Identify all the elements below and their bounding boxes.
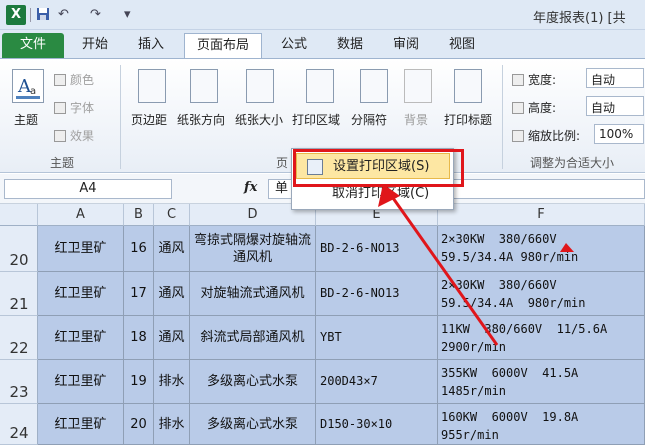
table-cell[interactable]: 18 [124, 316, 154, 360]
height-label: 高度: [512, 99, 556, 116]
print-area-button[interactable]: 打印区域 [292, 111, 340, 128]
scale-label: 缩放比例: [512, 127, 580, 144]
excel-logo-icon: X [6, 5, 26, 25]
themes-icon[interactable]: Aa [12, 69, 44, 103]
table-cell[interactable]: 2×30KW 380/660V 59.5/34.4A 980r/min [438, 226, 645, 272]
table-cell[interactable]: 17 [124, 272, 154, 316]
table-cell[interactable]: 红卫里矿 [38, 316, 124, 360]
table-cell[interactable]: 排水 [154, 404, 190, 445]
group-label-page-setup: 页 [276, 156, 289, 170]
column-header-a[interactable]: A [38, 204, 124, 226]
print-area-icon [306, 69, 334, 103]
colors-button[interactable]: 颜色 [54, 71, 94, 88]
print-titles-button[interactable]: 打印标题 [444, 111, 492, 128]
fonts-button[interactable]: 字体 [54, 99, 94, 116]
highlight-box [293, 149, 464, 187]
height-select[interactable]: 自动 [586, 96, 644, 116]
table-cell[interactable]: D150-30×10 [316, 404, 438, 445]
table-cell[interactable]: 多级离心式水泵 [190, 360, 316, 404]
tab-data[interactable]: 数据 [326, 33, 374, 58]
table-cell[interactable]: 19 [124, 360, 154, 404]
column-header-b[interactable]: B [124, 204, 154, 226]
height-icon [512, 102, 524, 114]
fonts-icon [54, 102, 66, 114]
table-cell[interactable]: BD-2-6-NO13 [316, 226, 438, 272]
table-cell[interactable]: 16 [124, 226, 154, 272]
select-all-corner[interactable] [0, 204, 38, 226]
print-titles-icon [454, 69, 482, 103]
themes-button[interactable]: 主题 [14, 111, 38, 128]
background-button[interactable]: 背景 [404, 111, 428, 128]
table-cell[interactable]: 通风 [154, 272, 190, 316]
tab-insert[interactable]: 插入 [126, 33, 176, 58]
colors-icon [54, 74, 66, 86]
table-cell[interactable]: 红卫里矿 [38, 272, 124, 316]
table-cell[interactable]: 红卫里矿 [38, 404, 124, 445]
table-cell[interactable]: 通风 [154, 226, 190, 272]
size-button[interactable]: 纸张大小 [235, 111, 283, 128]
width-label: 宽度: [512, 71, 556, 88]
width-select[interactable]: 自动 [586, 68, 644, 88]
table-cell[interactable]: YBT [316, 316, 438, 360]
row-header[interactable]: 22 [0, 316, 38, 360]
margins-button[interactable]: 页边距 [131, 111, 167, 128]
table-cell[interactable]: 200D43×7 [316, 360, 438, 404]
group-divider [502, 65, 503, 169]
orientation-button[interactable]: 纸张方向 [177, 111, 225, 128]
column-header-f[interactable]: F [438, 204, 645, 226]
title-bar: X ↶ ↷ ▾ 年度报表(1) [共 [0, 0, 645, 30]
row-header[interactable]: 24 [0, 404, 38, 445]
table-cell[interactable]: BD-2-6-NO13 [316, 272, 438, 316]
breaks-icon [360, 69, 388, 103]
row-header[interactable]: 21 [0, 272, 38, 316]
tab-review[interactable]: 审阅 [382, 33, 430, 58]
customize-quick-access-icon[interactable]: ▾ [124, 7, 131, 22]
group-label-themes: 主题 [50, 156, 75, 170]
save-icon[interactable] [36, 7, 50, 25]
quick-access-divider [30, 8, 31, 22]
tab-page-layout[interactable]: 页面布局 [184, 33, 262, 59]
tab-view[interactable]: 视图 [438, 33, 486, 58]
background-icon [404, 69, 432, 103]
scale-input[interactable]: 100% [594, 124, 644, 144]
tab-formulas[interactable]: 公式 [270, 33, 318, 58]
effects-icon [54, 130, 66, 142]
table-cell[interactable]: 355KW 6000V 41.5A 1485r/min [438, 360, 645, 404]
table-cell[interactable]: 红卫里矿 [38, 360, 124, 404]
worksheet-grid: A B C D E F 20 红卫里矿 16 通风 弯掠式隔爆对旋轴流通风机 B… [0, 204, 645, 445]
row-header[interactable]: 23 [0, 360, 38, 404]
table-cell[interactable]: 通风 [154, 316, 190, 360]
undo-icon[interactable]: ↶ [58, 7, 69, 22]
insert-function-icon[interactable]: fx [244, 180, 257, 195]
breaks-button[interactable]: 分隔符 [351, 111, 387, 128]
ribbon-tabs: 文件 开始 插入 页面布局 公式 数据 审阅 视图 [0, 30, 645, 59]
table-cell[interactable]: 多级离心式水泵 [190, 404, 316, 445]
effects-button[interactable]: 效果 [54, 127, 94, 144]
table-cell[interactable]: 160KW 6000V 19.8A 955r/min [438, 404, 645, 445]
tab-file[interactable]: 文件 [2, 33, 64, 58]
table-cell[interactable]: 对旋轴流式通风机 [190, 272, 316, 316]
column-header-c[interactable]: C [154, 204, 190, 226]
svg-text:a: a [30, 86, 36, 97]
margins-icon [138, 69, 166, 103]
row-header[interactable]: 20 [0, 226, 38, 272]
width-icon [512, 74, 524, 86]
group-divider [120, 65, 121, 169]
size-icon [246, 69, 274, 103]
scale-icon [512, 130, 524, 142]
window-title: 年度报表(1) [共 [533, 11, 626, 26]
redo-icon[interactable]: ↷ [90, 7, 101, 22]
group-label-scale-to-fit: 调整为合适大小 [530, 156, 615, 170]
table-cell[interactable]: 弯掠式隔爆对旋轴流通风机 [190, 226, 316, 272]
tab-home[interactable]: 开始 [70, 33, 120, 58]
table-cell[interactable]: 20 [124, 404, 154, 445]
table-cell[interactable]: 排水 [154, 360, 190, 404]
table-cell[interactable]: 11KW 380/660V 11/5.6A 2900r/min [438, 316, 645, 360]
table-cell[interactable]: 斜流式局部通风机 [190, 316, 316, 360]
table-cell[interactable]: 红卫里矿 [38, 226, 124, 272]
orientation-icon [190, 69, 218, 103]
name-box[interactable]: A4 [4, 179, 172, 199]
table-cell[interactable]: 2×30KW 380/660V 59.5/34.4A 980r/min [438, 272, 645, 316]
